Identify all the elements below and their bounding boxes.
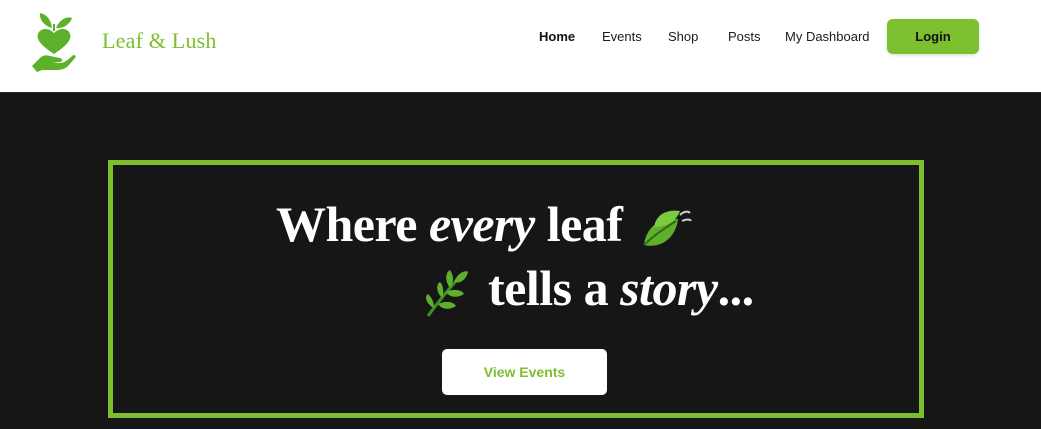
herb-sprig-icon [426,269,468,317]
navbar: Leaf & Lush Home Events Shop Posts My Da… [0,0,1041,93]
hero-headline-line-1: Where every leaf [276,194,698,255]
headline-ellipsis: ... [717,260,755,316]
login-button[interactable]: Login [887,19,979,54]
nav-link-events[interactable]: Events [602,28,642,46]
nav-link-posts[interactable]: Posts [728,28,761,46]
headline-text-start: Where [276,196,429,252]
headline-emphasis-every: every [428,196,535,252]
headline-text-leaf: leaf [534,196,623,252]
nav-link-my-dashboard[interactable]: My Dashboard [785,28,870,46]
headline-text-tells-a: tells a [488,260,621,316]
leaf-fluttering-icon [643,210,693,246]
nav-link-shop[interactable]: Shop [668,28,698,46]
nav-link-home[interactable]: Home [539,28,575,46]
hero-headline-line-2: tells a story... [414,258,754,320]
main-nav: Home Events Shop Posts My Dashboard [0,28,1041,48]
headline-emphasis-story: story [620,260,718,316]
hero-section: Where every leaf tells a story... View E… [0,94,1041,429]
view-events-button[interactable]: View Events [442,349,607,395]
